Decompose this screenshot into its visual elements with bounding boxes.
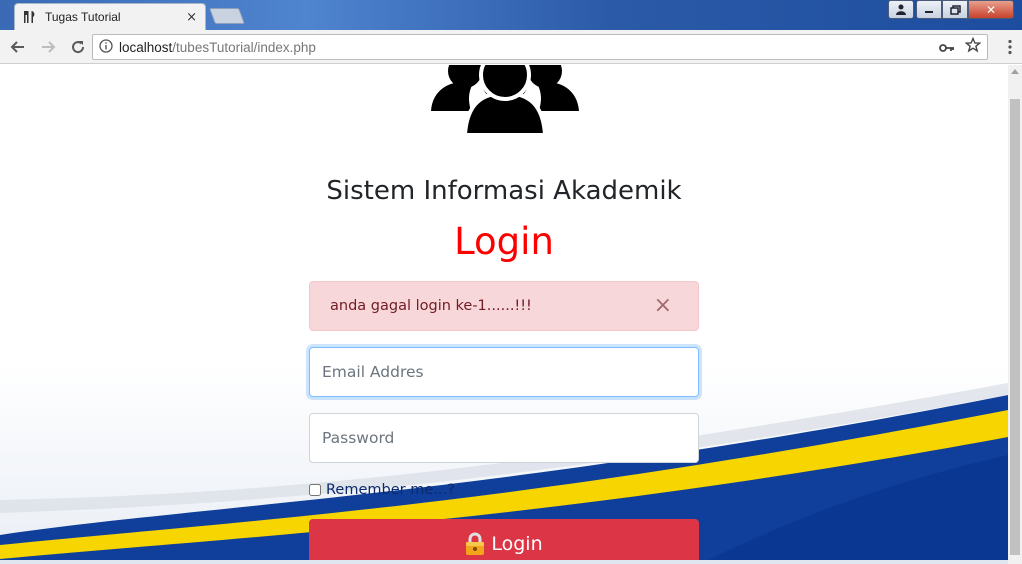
reload-icon	[72, 40, 85, 53]
arrow-right-icon	[42, 40, 56, 53]
users-group-icon	[431, 65, 579, 137]
url-path: /tubesTutorial/index.php	[172, 39, 316, 55]
minimize-button[interactable]	[916, 0, 942, 19]
browser-tab[interactable]: Tugas Tutorial ×	[14, 3, 206, 30]
login-panel: Sistem Informasi Akademik Login anda gag…	[0, 65, 1008, 564]
page-viewport: Sistem Informasi Akademik Login anda gag…	[0, 65, 1008, 564]
key-icon[interactable]	[939, 38, 955, 57]
info-icon[interactable]	[99, 38, 113, 57]
url-host: localhost	[119, 39, 173, 55]
close-icon: ✕	[985, 2, 997, 17]
login-button-label: Login	[491, 533, 543, 555]
minimize-icon	[925, 10, 933, 13]
taskbar-strip	[0, 560, 1008, 564]
error-alert: anda gagal login ke-1......!!! ×	[309, 281, 699, 331]
browser-toolbar: localhost/tubesTutorial/index.php	[0, 30, 1022, 64]
reload-button[interactable]	[66, 35, 90, 59]
restore-icon	[949, 4, 961, 15]
restore-button[interactable]	[942, 0, 968, 19]
new-tab-button[interactable]	[209, 8, 245, 24]
arrow-left-icon	[10, 40, 24, 53]
login-heading: Login	[454, 220, 554, 263]
login-button[interactable]: Login	[309, 519, 699, 564]
tab-close-icon[interactable]: ×	[186, 10, 197, 25]
star-icon[interactable]	[964, 36, 982, 57]
lock-icon	[466, 532, 485, 555]
profile-button[interactable]	[888, 0, 914, 19]
back-button[interactable]	[6, 35, 30, 59]
user-icon	[896, 4, 906, 15]
page-scrollbar[interactable]	[1008, 65, 1022, 564]
tab-title: Tugas Tutorial	[45, 10, 121, 24]
alert-close-icon[interactable]: ×	[654, 295, 672, 317]
address-bar[interactable]: localhost/tubesTutorial/index.php	[92, 34, 988, 60]
remember-checkbox[interactable]	[309, 484, 321, 496]
remember-me[interactable]: Remember me...?	[309, 482, 455, 498]
scroll-thumb[interactable]	[1010, 99, 1020, 555]
close-window-button[interactable]: ✕	[968, 0, 1014, 19]
window-titlebar: Tugas Tutorial × ✕	[0, 0, 1022, 30]
alert-message: anda gagal login ke-1......!!!	[330, 298, 532, 314]
forward-button[interactable]	[36, 35, 60, 59]
remember-label: Remember me...?	[326, 482, 455, 498]
email-field[interactable]	[309, 347, 699, 397]
window-controls: ✕	[888, 0, 1014, 19]
scroll-up-icon[interactable]	[1011, 69, 1019, 74]
url-text: localhost/tubesTutorial/index.php	[119, 40, 939, 55]
utensils-icon	[23, 10, 37, 24]
password-field[interactable]	[309, 413, 699, 463]
app-title: Sistem Informasi Akademik	[326, 176, 682, 206]
more-vert-icon	[1008, 39, 1012, 55]
browser-menu-button[interactable]	[1008, 39, 1012, 59]
